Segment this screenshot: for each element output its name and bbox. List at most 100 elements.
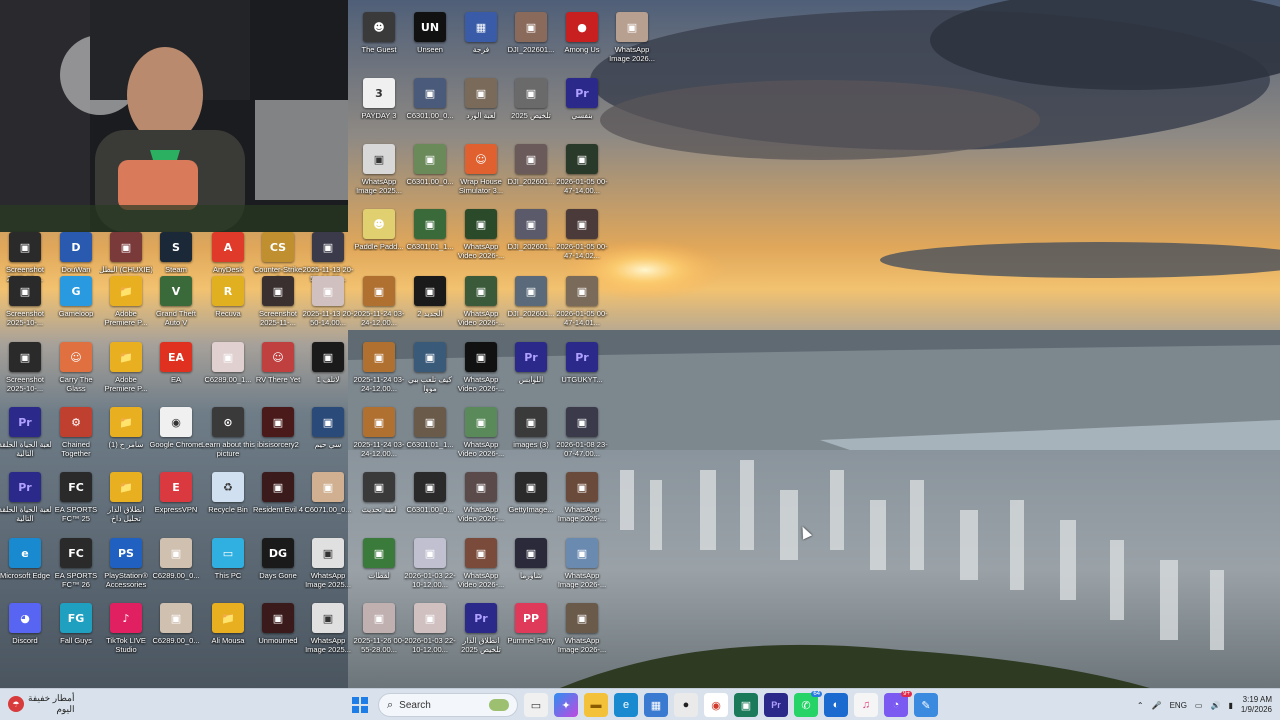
battery-icon[interactable]: ▮ [1228, 701, 1232, 710]
desktop-icon[interactable]: ▣ C6301.00_0... [405, 140, 455, 202]
desktop-icon[interactable]: ▣ DJI_202601... [506, 8, 556, 70]
capture-icon[interactable]: ▣ [734, 693, 758, 717]
desktop-icon[interactable]: ▣ 2026-01-08 23-07-47.00... [556, 403, 608, 465]
desktop-icon[interactable]: ▣ كيف تلعب ببي مووا [405, 338, 455, 400]
desktop-icon[interactable]: ▣ C6301.00_0... [405, 74, 455, 136]
desktop-icon[interactable]: ▣ تلخيص 2025 [506, 74, 556, 136]
desktop-icon[interactable]: ▣ Resident Evil 4 [253, 468, 303, 530]
desktop-icon[interactable]: e Microsoft Edge [0, 534, 50, 596]
desktop-icon[interactable]: FG Fall Guys [51, 599, 101, 661]
desktop-icon[interactable]: ▣ C6301.00_0... [405, 468, 455, 530]
desktop-icon[interactable]: ▣ C6301.01_1... [405, 403, 455, 465]
network-icon[interactable]: ▭ [1195, 701, 1203, 710]
desktop-icon[interactable]: ▣ WhatsApp Image 2026-... [557, 468, 607, 530]
app-icon[interactable]: ◐ [824, 693, 848, 717]
taskbar-search[interactable]: ⌕ Search [378, 693, 518, 717]
desktop-icon[interactable]: ▣ 2025-11-24 03-24-12.00... [354, 403, 404, 465]
desktop-icon[interactable]: ▣ 2025-11-26 00-55-28.00... [354, 599, 404, 661]
desktop-icon[interactable]: ▣ WhatsApp Image 2025... [303, 599, 353, 661]
desktop-icon[interactable]: ☺ Carry The Glass [51, 338, 101, 400]
desktop-icon[interactable]: ▣ Screenshot 2025-10-... [0, 338, 50, 400]
editor-icon[interactable]: ✎ [914, 693, 938, 717]
desktop-icon[interactable]: ● Among Us [557, 8, 607, 70]
language-indicator[interactable]: ENG [1170, 701, 1187, 710]
desktop-icon[interactable]: ▣ الجديد 2 [405, 272, 455, 334]
desktop-icon[interactable]: ▣ 2026-01-05 00-47-14.02... [556, 205, 608, 267]
desktop-icon[interactable]: ♪ TikTok LIVE Studio [101, 599, 151, 661]
desktop-icon[interactable]: ▣ ibisisorcery2 [253, 403, 303, 465]
desktop-icon[interactable]: Pr بنفسي [557, 74, 607, 136]
desktop-icon[interactable]: 📁 Adobe Premiere P... [101, 272, 151, 334]
desktop-icon[interactable]: ▣ C6301.01_1... [405, 205, 455, 267]
desktop-icon[interactable]: ▣ C6289.00_0... [151, 534, 201, 596]
desktop-icon[interactable]: ▣ WhatsApp Video 2026-... [456, 338, 506, 400]
microphone-icon[interactable]: 🎤 [1152, 701, 1162, 710]
desktop-icon[interactable]: ▣ images (3) [506, 403, 556, 465]
volume-icon[interactable]: 🔊 [1210, 701, 1220, 710]
desktop-icon[interactable]: ▣ Unmourned [253, 599, 303, 661]
desktop-icon[interactable]: ▣ GettyImage... [506, 468, 556, 530]
desktop-icon[interactable]: ▣ WhatsApp Image 2026-... [557, 599, 607, 661]
desktop-icon[interactable]: ▣ C6289.00_0... [151, 599, 201, 661]
desktop-icon[interactable]: ▣ WhatsApp Video 2026-... [456, 468, 506, 530]
edge-icon[interactable]: e [614, 693, 638, 717]
whatsapp-icon[interactable]: ✆ 64 [794, 691, 822, 717]
desktop-icon[interactable]: ☺ Wrap House Simulator 3... [456, 140, 506, 202]
desktop-icon[interactable]: ▣ WhatsApp Video 2026-... [456, 534, 506, 596]
desktop-icon[interactable]: 📁 Ali Mousa [203, 599, 253, 661]
desktop-icon[interactable]: ▣ DJI_202601... [506, 272, 556, 334]
clock[interactable]: 3:19 AM 1/9/2026 [1241, 695, 1272, 715]
desktop-icon[interactable]: EA EA [151, 338, 201, 400]
store-icon[interactable]: ▦ [644, 693, 668, 717]
desktop-icon[interactable]: ◉ Google Chrome [150, 403, 202, 465]
desktop-icon[interactable]: ▣ لعبة الورد [456, 74, 506, 136]
desktop-icon[interactable]: 3 PAYDAY 3 [354, 74, 404, 136]
desktop-icon[interactable]: FC EA SPORTS FC™ 26 [51, 534, 101, 596]
chevron-up-icon[interactable]: ⌃ [1137, 701, 1144, 710]
desktop-icon[interactable]: 📁 انطلاق الدار تحليل داخ [101, 468, 151, 530]
desktop-icon[interactable]: UN Unseen [405, 8, 455, 70]
desktop-icon[interactable]: ▣ لعبة تحديث [354, 468, 404, 530]
messenger-icon[interactable]: ◔ 9+ [884, 691, 912, 717]
desktop-icon[interactable]: ▣ 2026-01-05 00-47-14.00... [556, 140, 608, 202]
desktop-icon[interactable]: ▣ سي حيم [303, 403, 353, 465]
desktop-icon[interactable]: Pr لعبة الحياة الحلقة التالية [0, 468, 52, 530]
desktop-icon[interactable]: PP Pummel Party [506, 599, 556, 661]
desktop-icon[interactable]: ▣ 2025-11-24 03-24-12.00... [354, 338, 404, 400]
desktop-icon[interactable]: FC EA SPORTS FC™ 25 [51, 468, 101, 530]
desktop-icon[interactable]: ▣ WhatsApp Image 2025... [354, 140, 404, 202]
desktop-icon[interactable]: ▣ 2026-01-03 22-10-12.00... [404, 599, 456, 661]
desktop-icon[interactable]: Pr لعبة الحياة الحلقة التالية [0, 403, 52, 465]
desktop-icon[interactable]: Pr UTGUKYT... [557, 338, 607, 400]
desktop-icon[interactable]: ▣ DJI_202601... [506, 205, 556, 267]
desktop-icon[interactable]: ☻ The Guest [354, 8, 404, 70]
desktop-icon[interactable]: 📁 Adobe Premiere P... [101, 338, 151, 400]
copilot-icon[interactable]: ✦ [554, 693, 578, 717]
desktop-icon[interactable]: ▣ 2026-01-03 22-10-12.00... [404, 534, 456, 596]
desktop-icon[interactable]: ▣ DJI_202601... [506, 140, 556, 202]
desktop-icon[interactable]: ☺ RV There Yet [253, 338, 303, 400]
desktop-icon[interactable]: ☻ Paddle Padd... [354, 205, 404, 267]
media-icon[interactable]: ● [674, 693, 698, 717]
weather-widget[interactable]: ☂ أمطار خفيفة اليوم [8, 693, 75, 715]
desktop-icon[interactable]: ⚙ Chained Together [51, 403, 101, 465]
desktop-icon[interactable]: ▭ This PC [203, 534, 253, 596]
desktop-icon[interactable]: ▣ Screenshot 2025-11-... [253, 272, 303, 334]
desktop-icon[interactable]: ▣ Screenshot 2025-10-... [0, 272, 50, 334]
desktop-icon[interactable]: V Grand Theft Auto V [151, 272, 201, 334]
desktop-icon[interactable]: ▣ WhatsApp Video 2026-... [456, 205, 506, 267]
desktop-icon[interactable]: ▣ WhatsApp Image 2025... [303, 534, 353, 596]
desktop-icon[interactable]: ⊙ Learn about this picture [201, 403, 255, 465]
desktop-icon[interactable]: ♻ Recycle Bin [203, 468, 253, 530]
desktop-icon[interactable]: ▣ WhatsApp Image 2026... [607, 8, 657, 70]
desktop-icon[interactable]: DG Days Gone [253, 534, 303, 596]
desktop-icon[interactable]: ▣ 2025-11-24 03-24-12.00... [354, 272, 404, 334]
desktop-icon[interactable]: ▣ C6071.00_0... [303, 468, 353, 530]
desktop-icon[interactable]: ▣ WhatsApp Video 2026-... [456, 272, 506, 334]
desktop-icon[interactable]: ▣ WhatsApp Image 2026-... [557, 534, 607, 596]
desktop-icon[interactable]: Pr انطلاق الدار تلخيص 2025 [456, 599, 506, 661]
desktop-icon[interactable]: ▦ فرجة [456, 8, 506, 70]
desktop-icon[interactable]: 📁 (1) سامر ج [101, 403, 151, 465]
desktop-icon[interactable]: G Gameloop [51, 272, 101, 334]
desktop-icon[interactable]: ▣ WhatsApp Video 2026-... [456, 403, 506, 465]
